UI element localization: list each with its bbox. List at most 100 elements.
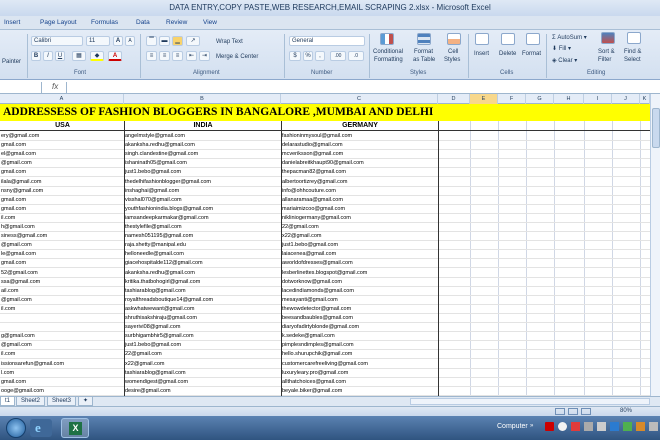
fill-button[interactable]: ⬇ Fill ▾ <box>552 45 571 53</box>
align-center-button[interactable]: ≡ <box>159 51 170 61</box>
cell-usa[interactable]: il.com <box>0 350 124 359</box>
cell-germany[interactable]: nikliniogermany@gmail.com <box>281 214 438 223</box>
tab-insert[interactable]: Insert <box>4 17 20 29</box>
header-germany[interactable]: GERMANY <box>281 121 438 130</box>
cell-germany[interactable]: pimplesndimples@gmail.com <box>281 341 438 350</box>
cell-germany[interactable]: dotworknow@gmail.com <box>281 278 438 287</box>
cell-germany[interactable]: just1.bebo@gmail.com <box>281 241 438 250</box>
format-cells-button[interactable]: Format <box>522 50 541 58</box>
cell-india[interactable]: royalthreadsboutique14@gmail.com <box>124 296 281 305</box>
decrease-decimal-button[interactable]: .0 <box>348 51 364 61</box>
cell-india[interactable]: thestylefile@gmail.com <box>124 223 281 232</box>
tab-data[interactable]: Data <box>136 17 150 29</box>
cell-germany[interactable]: delarastudio@gmail.com <box>281 141 438 150</box>
cell-india[interactable]: tashiarablog@gmail.com <box>124 287 281 296</box>
cell-usa[interactable]: @gmail.com <box>0 296 124 305</box>
cell-india[interactable]: desire@gmail.com <box>124 387 281 396</box>
cell-germany[interactable]: allanaramaa@gmail.com <box>281 196 438 205</box>
conditional-formatting-label-2[interactable]: Formatting <box>374 56 403 64</box>
zoom-level[interactable]: 80% <box>620 408 632 414</box>
cell-india[interactable]: namesh051195@gmail.com <box>124 232 281 241</box>
cell-india[interactable]: inshaghai@gmail.com <box>124 187 281 196</box>
cell-usa[interactable]: gmail.com <box>0 205 124 214</box>
merge-center-button[interactable]: Merge & Center <box>216 53 258 61</box>
font-color-button[interactable]: A <box>108 51 122 61</box>
excel-taskbar-button[interactable]: X <box>61 418 89 438</box>
sheet-tab-1[interactable]: t1 <box>0 397 16 406</box>
page-break-view-icon[interactable] <box>581 408 591 415</box>
orientation-button[interactable]: ↗ <box>186 36 200 46</box>
align-middle-button[interactable]: ▬ <box>159 36 170 46</box>
cell-germany[interactable]: diaryofadirtyblonde@gmail.com <box>281 323 438 332</box>
delete-cells-icon[interactable] <box>501 33 515 45</box>
font-name-select[interactable]: Calibri <box>31 36 83 46</box>
column-header-c[interactable]: C <box>281 94 438 104</box>
column-header-k[interactable]: K <box>640 94 650 104</box>
cell-germany[interactable]: info@ohhcouture.com <box>281 187 438 196</box>
align-left-button[interactable]: ≡ <box>146 51 157 61</box>
grow-font-button[interactable]: A <box>113 36 123 46</box>
cell-india[interactable]: raja.shetty@manipal.edu <box>124 241 281 250</box>
delete-cells-button[interactable]: Delete <box>499 50 516 58</box>
cell-usa[interactable]: h@gmail.com <box>0 223 124 232</box>
cell-india[interactable]: visshal070@gmail.com <box>124 196 281 205</box>
sheet-tab-3[interactable]: Sheet3 <box>47 397 77 406</box>
cell-styles-label-2[interactable]: Styles <box>444 56 460 64</box>
column-header-i[interactable]: I <box>584 94 612 104</box>
formula-input[interactable] <box>66 82 660 93</box>
fill-color-button[interactable]: ◆ <box>90 51 104 61</box>
tray-chrome-icon[interactable] <box>558 422 567 431</box>
column-header-f[interactable]: F <box>498 94 526 104</box>
cell-india[interactable]: akanksha.redhu@gmail.com <box>124 269 281 278</box>
sheet-tab-2[interactable]: Sheet2 <box>16 397 46 406</box>
cell-india[interactable]: angelmstyle@gmail.com <box>124 132 281 141</box>
normal-view-icon[interactable] <box>555 408 565 415</box>
header-usa[interactable]: USA <box>0 121 124 130</box>
horizontal-scrollbar[interactable] <box>410 398 650 405</box>
computer-label[interactable]: Computer <box>497 423 528 430</box>
format-painter-label[interactable]: Painter <box>2 58 21 66</box>
cell-germany[interactable]: albertoortizrey@gmail.com <box>281 178 438 187</box>
tray-volume-icon[interactable] <box>597 422 606 431</box>
tray-bluetooth-icon[interactable] <box>610 422 619 431</box>
cell-germany[interactable]: fashioninmysoul@gmail.com <box>281 132 438 141</box>
cell-germany[interactable]: thepacman82@gmail.com <box>281 168 438 177</box>
cell-germany[interactable]: luxuryleary.pro@gmail.com <box>281 369 438 378</box>
cell-india[interactable]: kritika.thatbohogirl@gmail.com <box>124 278 281 287</box>
conditional-formatting-icon[interactable] <box>380 33 394 45</box>
column-header-h[interactable]: H <box>554 94 584 104</box>
cell-germany[interactable]: beesandbaubles@gmail.com <box>281 314 438 323</box>
cell-usa[interactable]: gmail.com <box>0 378 124 387</box>
comma-button[interactable]: , <box>315 51 325 61</box>
cell-germany[interactable]: x22@gmail.com <box>281 232 438 241</box>
cell-germany[interactable]: mcveriksson@gmail.com <box>281 150 438 159</box>
cell-usa[interactable]: @gmail.com <box>0 159 124 168</box>
cell-usa[interactable]: gmail.com <box>0 168 124 177</box>
worksheet-grid[interactable]: ADDRESSESS OF FASHION BLOGGERS IN BANGAL… <box>0 104 650 396</box>
vertical-scrollbar[interactable] <box>650 94 660 396</box>
tray-app-icon[interactable] <box>545 422 554 431</box>
scroll-thumb[interactable] <box>652 108 660 148</box>
cell-usa[interactable]: g@gmail.com <box>0 332 124 341</box>
increase-decimal-button[interactable]: .00 <box>330 51 346 61</box>
page-layout-view-icon[interactable] <box>568 408 578 415</box>
tray-arrow-icon[interactable]: » <box>530 423 533 429</box>
cell-usa[interactable] <box>0 314 124 323</box>
cell-usa[interactable]: issionsarefun@gmail.com <box>0 360 124 369</box>
cell-india[interactable]: giacehospitalde112@gmail.com <box>124 259 281 268</box>
format-as-table-label[interactable]: Format <box>414 48 433 56</box>
cell-usa[interactable]: le@gmail.com <box>0 250 124 259</box>
cell-germany[interactable]: laiacenea@gmail.com <box>281 250 438 259</box>
cell-usa[interactable]: @gmail.com <box>0 241 124 250</box>
cell-germany[interactable]: thewowdetector@gmail.com <box>281 305 438 314</box>
tab-formulas[interactable]: Formulas <box>91 17 118 29</box>
cell-germany[interactable]: danielabreitkhaupt90@gmail.com <box>281 159 438 168</box>
cell-usa[interactable] <box>0 323 124 332</box>
autosum-button[interactable]: Σ AutoSum ▾ <box>552 34 587 42</box>
cell-germany[interactable]: k.sedeke@gmail.com <box>281 332 438 341</box>
cell-india[interactable]: x22@gmail.com <box>124 360 281 369</box>
insert-function-icon[interactable]: fx <box>52 82 58 91</box>
cell-india[interactable]: ishaninath05@gmail.com <box>124 159 281 168</box>
increase-indent-button[interactable]: ⇥ <box>199 51 210 61</box>
cell-usa[interactable]: l.com <box>0 369 124 378</box>
